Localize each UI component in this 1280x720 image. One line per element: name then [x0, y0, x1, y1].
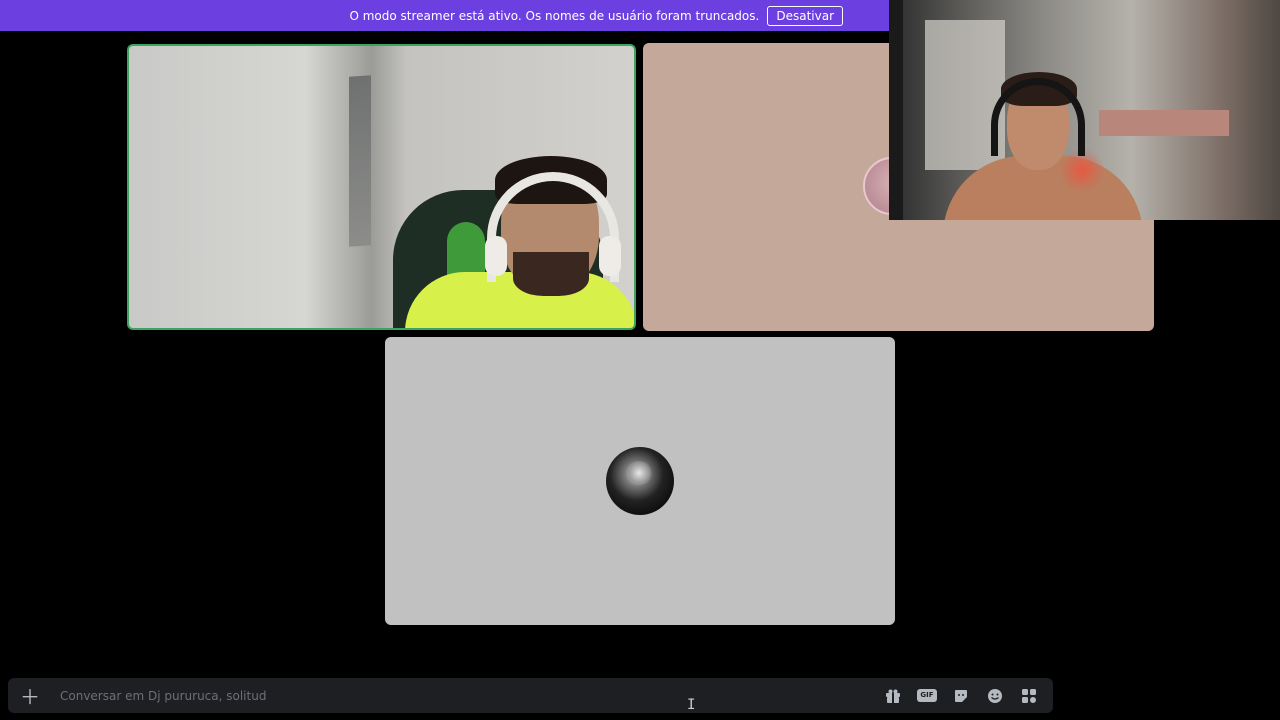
participant-avatar [606, 447, 674, 515]
emoji-icon[interactable] [985, 686, 1005, 706]
discord-call-view: O modo streamer está ativo. Os nomes de … [0, 0, 1280, 720]
streamer-mode-message: O modo streamer está ativo. Os nomes de … [349, 8, 760, 23]
gif-icon[interactable]: GIF [917, 686, 937, 706]
participant-video-tile[interactable] [127, 44, 636, 330]
chat-actions: GIF [883, 686, 1053, 706]
text-cursor-icon: I [687, 697, 696, 713]
overlay-red-light [1057, 150, 1107, 190]
background-window [349, 75, 371, 247]
sticker-icon[interactable] [951, 686, 971, 706]
participant-avatar-tile[interactable] [385, 337, 895, 625]
plus-icon[interactable]: ＋ [8, 678, 52, 713]
chat-message-input[interactable] [52, 678, 883, 713]
gift-icon[interactable] [883, 686, 903, 706]
headphone-left [485, 236, 507, 276]
disable-streamer-mode-button[interactable]: Desativar [767, 5, 843, 26]
webcam-overlay [889, 0, 1280, 220]
headphone-right [599, 236, 621, 276]
overlay-shelf [1099, 110, 1229, 136]
streamer-mode-banner: O modo streamer está ativo. Os nomes de … [0, 0, 889, 31]
overlay-door [889, 0, 903, 220]
chat-composer: ＋ GIF [8, 678, 1053, 713]
apps-icon[interactable] [1019, 686, 1039, 706]
